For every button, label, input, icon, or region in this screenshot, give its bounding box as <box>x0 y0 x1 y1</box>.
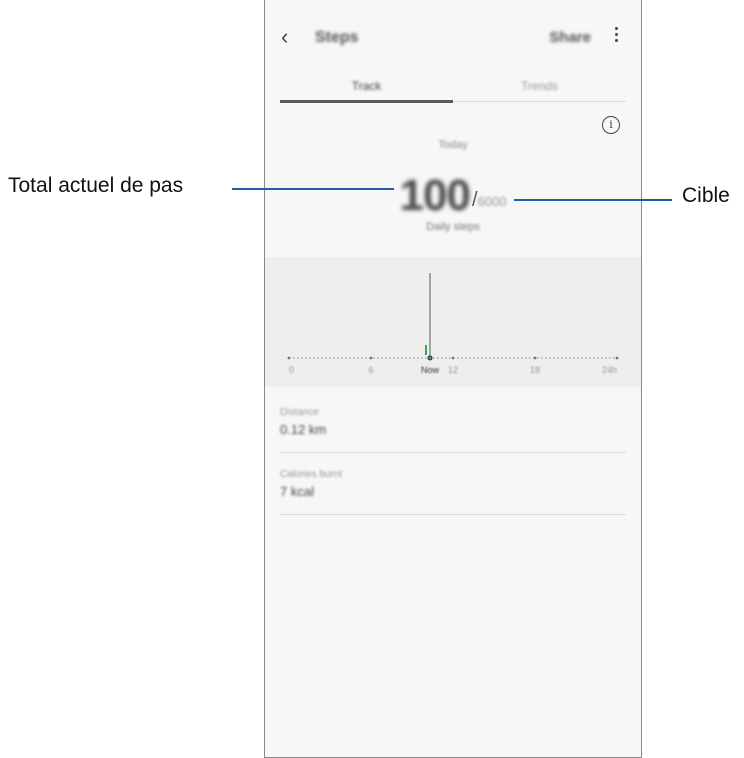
phone-screen: ‹ Steps Share Track Trends i Today 100/6… <box>264 0 642 758</box>
distance-label: Distance <box>280 407 319 418</box>
steps-chart-svg: 0 6 Now 12 18 24h <box>287 273 619 375</box>
x-ticks: 0 6 Now 12 18 24h <box>287 356 619 375</box>
steps-summary: 100/6000 <box>265 171 641 221</box>
chevron-left-icon[interactable]: ‹ <box>281 26 288 48</box>
day-label: Today <box>438 139 468 151</box>
calories-value: 7 kcal <box>280 484 314 499</box>
page-title: Steps <box>315 29 359 46</box>
callout-goal: Cible <box>682 184 730 207</box>
x-tick-label: Now <box>421 365 440 375</box>
calories-label: Calories burnt <box>280 469 343 480</box>
steps-chart: 0 6 Now 12 18 24h <box>265 257 641 387</box>
tab-track[interactable]: Track <box>280 79 453 93</box>
list-item-distance[interactable]: Distance 0.12 km <box>280 397 626 453</box>
x-tick-mark <box>615 356 619 360</box>
list-item-calories[interactable]: Calories burnt 7 kcal <box>280 459 626 515</box>
distance-value: 0.12 km <box>280 422 327 437</box>
x-tick-mark <box>369 356 373 360</box>
info-icon[interactable]: i <box>602 116 620 134</box>
stats-list: Distance 0.12 km Calories burnt 7 kcal <box>280 397 626 515</box>
callout-current-steps: Total actuel de pas <box>8 174 184 197</box>
x-tick-label: 12 <box>448 365 458 375</box>
more-vertical-icon[interactable] <box>615 27 619 47</box>
x-tick-mark <box>287 356 291 360</box>
steps-count: 100 <box>399 171 471 220</box>
steps-goal: 6000 <box>477 194 507 209</box>
x-tick-label: 18 <box>530 365 540 375</box>
steps-bar <box>425 345 427 355</box>
x-tick-mark <box>428 356 432 360</box>
x-tick-label: 24h <box>602 365 617 375</box>
daily-steps-caption: Daily steps <box>426 221 480 233</box>
steps-separator: / <box>471 189 478 211</box>
share-button[interactable]: Share <box>549 29 591 46</box>
tab-indicator <box>280 100 453 103</box>
tab-trends[interactable]: Trends <box>453 79 626 93</box>
tab-bar: Track Trends <box>280 69 626 103</box>
x-tick-label: 6 <box>368 365 373 375</box>
app-bar: ‹ Steps Share <box>265 0 641 69</box>
x-tick-mark <box>451 356 455 360</box>
x-tick-mark <box>533 356 537 360</box>
x-tick-label: 0 <box>289 365 294 375</box>
callout-line-left <box>232 188 394 190</box>
callout-line-right <box>514 199 672 201</box>
